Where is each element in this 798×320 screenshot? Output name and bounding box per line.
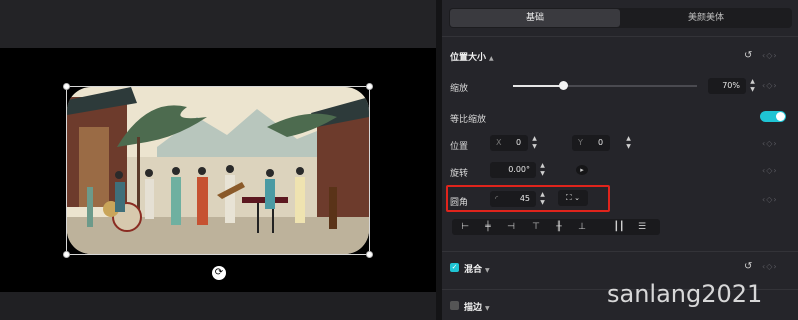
preview-topbar bbox=[0, 0, 436, 48]
scale-label: 缩放 bbox=[450, 84, 469, 94]
artwork-illustration bbox=[67, 87, 369, 254]
distribute-v-icon[interactable]: ☰ bbox=[633, 219, 651, 235]
section-blend-header[interactable]: 混合 ▼ bbox=[464, 262, 490, 275]
keyframe-diamond-icon[interactable]: ‹◇› bbox=[762, 51, 788, 61]
align-hcenter-icon[interactable]: ╪ bbox=[479, 219, 497, 235]
section-position-size-header[interactable]: 位置大小 ▲ bbox=[450, 50, 494, 63]
corner-radius-icon: ◜ bbox=[495, 194, 499, 203]
reset-icon[interactable]: ↺ bbox=[744, 262, 754, 272]
fullscreen-icon: ⛶ bbox=[565, 193, 572, 202]
resize-handle-bottom-left[interactable] bbox=[63, 251, 70, 258]
corner-radius-input[interactable]: ◜ 45 bbox=[490, 191, 536, 207]
divider bbox=[442, 36, 798, 37]
resize-handle-top-left[interactable] bbox=[63, 83, 70, 90]
position-x-field[interactable]: X 0 bbox=[490, 135, 528, 151]
rotation-stepper[interactable]: ▲ ▼ bbox=[538, 162, 547, 178]
rotation-label: 旋转 bbox=[450, 169, 469, 179]
resize-handle-bottom-right[interactable] bbox=[366, 251, 373, 258]
keyframe-diamond-icon[interactable]: ‹◇› bbox=[762, 166, 788, 176]
corner-radius-label: 圆角 bbox=[450, 198, 469, 208]
keyframe-diamond-icon[interactable]: ‹◇› bbox=[762, 262, 788, 272]
collapse-caret-icon: ▼ bbox=[485, 267, 490, 274]
reset-icon[interactable]: ↺ bbox=[744, 51, 754, 61]
properties-panel: 基础 美颜美体 位置大小 ▲ ↺ ‹◇› 缩放 70% ▲ ▼ ‹◇› 等比缩放 位… bbox=[442, 0, 798, 320]
divider bbox=[442, 251, 798, 252]
keyframe-diamond-icon[interactable]: ‹◇› bbox=[762, 139, 788, 149]
corner-radius-value: 45 bbox=[519, 194, 530, 203]
position-label: 位置 bbox=[450, 142, 469, 152]
keyframe-diamond-icon[interactable]: ‹◇› bbox=[762, 195, 788, 205]
editor-root: ⟳ 基础 美颜美体 位置大小 ▲ ↺ ‹◇› 缩放 70% ▲ ▼ ‹◇› 等比缩放… bbox=[0, 0, 798, 320]
scale-stepper[interactable]: ▲ ▼ bbox=[748, 78, 757, 94]
section-position-size-title: 位置大小 bbox=[450, 53, 487, 63]
corner-mode-dropdown[interactable]: ⛶ ⌄ bbox=[558, 190, 588, 206]
keyframe-diamond-icon[interactable]: ‹◇› bbox=[762, 81, 788, 91]
align-left-icon[interactable]: ⊢ bbox=[456, 219, 474, 235]
tab-basic[interactable]: 基础 bbox=[450, 9, 620, 27]
position-y-stepper[interactable]: ▲ ▼ bbox=[624, 135, 633, 151]
chevron-down-icon: ⌄ bbox=[574, 194, 581, 202]
rotation-input[interactable]: 0.00° bbox=[490, 162, 536, 178]
position-x-stepper[interactable]: ▲ ▼ bbox=[530, 135, 539, 151]
position-y-field[interactable]: Y 0 bbox=[572, 135, 610, 151]
corner-radius-stepper[interactable]: ▲ ▼ bbox=[538, 191, 547, 207]
section-stroke-title: 描边 bbox=[464, 303, 483, 313]
position-y-prefix: Y bbox=[578, 138, 583, 147]
watermark-text: sanlang2021 bbox=[607, 280, 763, 308]
collapse-caret-icon: ▼ bbox=[485, 305, 490, 312]
position-x-value: 0 bbox=[516, 138, 522, 147]
uniform-scale-toggle[interactable] bbox=[760, 111, 786, 122]
position-x-prefix: X bbox=[496, 138, 502, 147]
section-stroke-header[interactable]: 描边 ▼ bbox=[464, 300, 490, 313]
tab-beauty[interactable]: 美颜美体 bbox=[621, 9, 791, 27]
collapse-caret-icon: ▲ bbox=[489, 55, 494, 62]
blend-checkbox[interactable]: ✓ bbox=[450, 263, 459, 272]
toggle-knob bbox=[776, 112, 785, 121]
scale-slider[interactable] bbox=[513, 81, 697, 90]
selected-media-frame[interactable] bbox=[63, 83, 373, 258]
align-right-icon[interactable]: ⊣ bbox=[502, 219, 520, 235]
preview-bottombar bbox=[0, 292, 436, 320]
media-artwork bbox=[67, 87, 369, 254]
stroke-checkbox[interactable] bbox=[450, 301, 459, 310]
distribute-h-icon[interactable]: ┃┃ bbox=[610, 219, 628, 235]
scale-slider-fill bbox=[513, 85, 563, 87]
preview-pane: ⟳ bbox=[0, 0, 436, 320]
align-bottom-icon[interactable]: ⊥ bbox=[573, 219, 591, 235]
scale-slider-knob[interactable] bbox=[558, 81, 568, 90]
scale-input[interactable]: 70% bbox=[708, 78, 746, 94]
section-blend-title: 混合 bbox=[464, 265, 483, 275]
align-top-icon[interactable]: ⊤ bbox=[527, 219, 545, 235]
align-vcenter-icon[interactable]: ╫ bbox=[550, 219, 568, 235]
position-y-value: 0 bbox=[598, 138, 604, 147]
resize-handle-top-right[interactable] bbox=[366, 83, 373, 90]
panel-tabs: 基础 美颜美体 bbox=[449, 8, 792, 28]
align-toolbar: ⊢ ╪ ⊣ ⊤ ╫ ⊥ ┃┃ ☰ bbox=[452, 219, 660, 235]
uniform-scale-label: 等比缩放 bbox=[450, 115, 487, 125]
rotate-icon[interactable]: ⟳ bbox=[212, 266, 226, 280]
rotation-dial-icon[interactable]: ▸ bbox=[576, 165, 588, 175]
